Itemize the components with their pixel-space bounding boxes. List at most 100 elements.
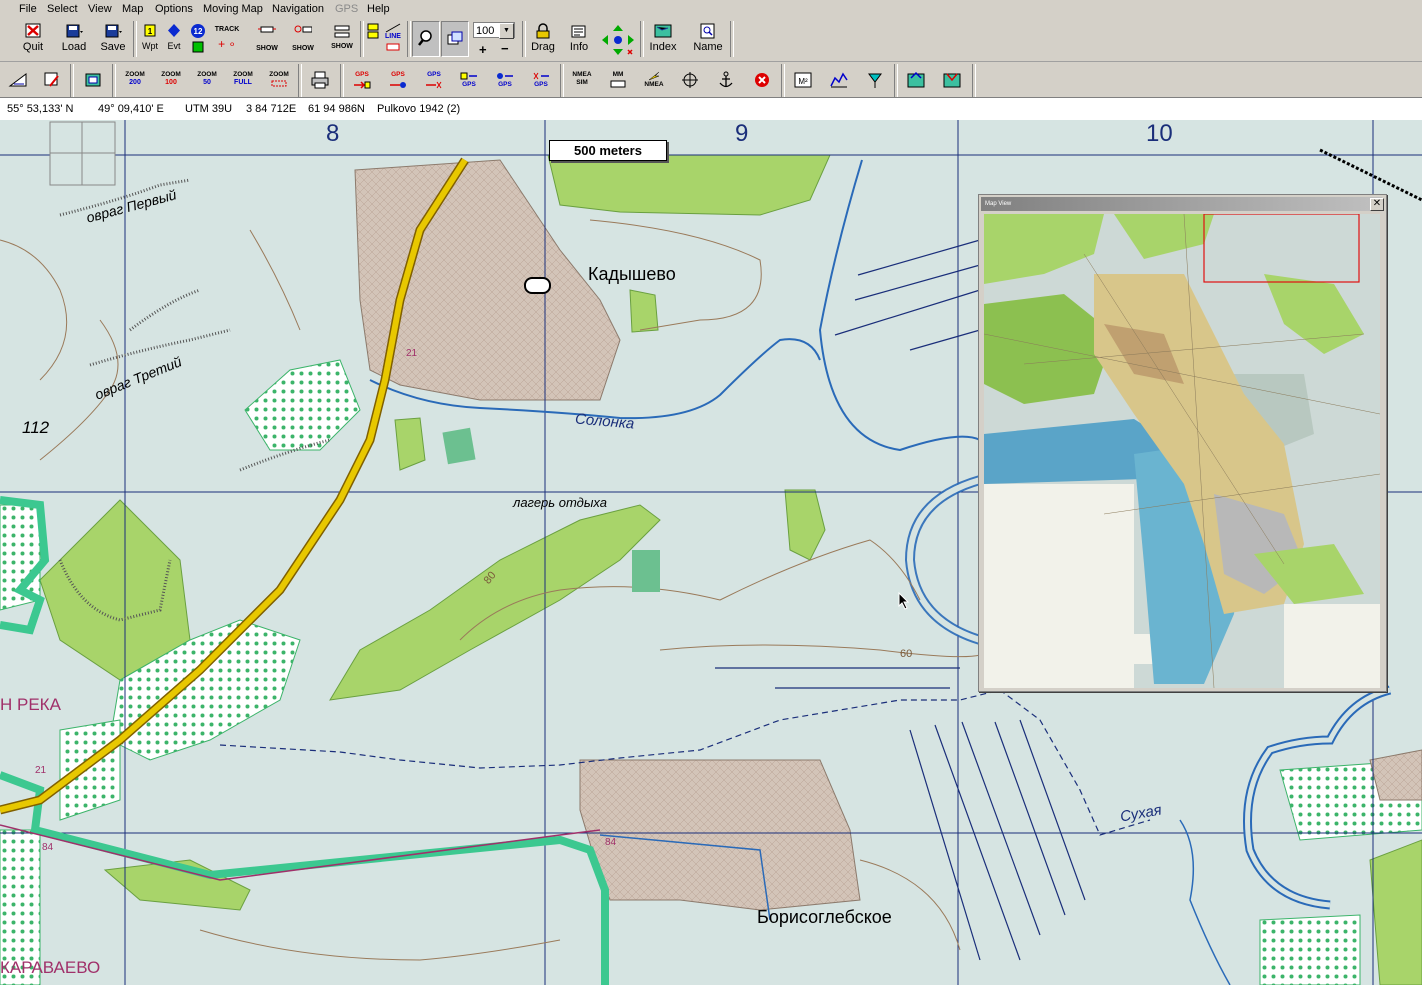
- label-pipeline-84-east: 84: [605, 837, 617, 848]
- zoom-full-button[interactable]: ZOOM FULL: [229, 71, 257, 97]
- chevron-down-icon[interactable]: ▼: [499, 23, 514, 39]
- waypoint-list-button[interactable]: [364, 21, 382, 59]
- longitude-readout: 49° 09,410' E: [98, 103, 164, 115]
- toolbar-separator: [70, 64, 74, 100]
- antenna-icon: [868, 73, 882, 88]
- zoom-select[interactable]: 100 ▼: [473, 22, 515, 39]
- zoom-tool-button[interactable]: [412, 21, 440, 57]
- pond: [524, 277, 551, 294]
- river-main: [818, 159, 981, 452]
- anchor-button[interactable]: [712, 67, 740, 93]
- load-button[interactable]: Load: [58, 21, 90, 59]
- menu-select[interactable]: Select: [47, 3, 78, 15]
- gps-download-waypoints-button[interactable]: GPS: [455, 71, 483, 97]
- forest-area: [784, 489, 826, 561]
- zoom-100-button[interactable]: ZOOM 100: [157, 71, 185, 97]
- menu-options[interactable]: Options: [155, 3, 193, 15]
- gps-download-routes-button[interactable]: GPS: [491, 71, 519, 97]
- menu-view[interactable]: View: [88, 3, 112, 15]
- waypoint-icon: 1: [144, 24, 156, 37]
- event-diamond-icon: [168, 24, 180, 37]
- menu-file[interactable]: File: [19, 3, 37, 15]
- gps-route-icon: [390, 82, 406, 88]
- label-karavaevo: КАРАВАЕВО: [0, 958, 101, 977]
- grid-label-8: 8: [326, 120, 340, 147]
- gps-upload-routes-button[interactable]: GPS: [384, 71, 412, 97]
- profile-button[interactable]: [825, 67, 853, 93]
- gps-upload-waypoints-button[interactable]: GPS: [348, 71, 376, 97]
- show-tracks-button[interactable]: SHOW: [252, 21, 282, 59]
- label-camp: лагерь отдыха: [513, 495, 607, 510]
- zoom-50-button[interactable]: ZOOM 50: [193, 71, 221, 97]
- stop-button[interactable]: [748, 67, 776, 93]
- map-window-icon: [85, 73, 101, 87]
- map-import-button[interactable]: [938, 67, 966, 93]
- name-search-button[interactable]: Name: [690, 21, 726, 59]
- index-button[interactable]: Index: [645, 21, 681, 59]
- forest-area: [394, 417, 426, 471]
- show-waypoints-button[interactable]: SHOW: [288, 21, 318, 59]
- print-button[interactable]: [306, 67, 334, 93]
- save-button[interactable]: Save: [97, 21, 129, 59]
- nmea-sim-button[interactable]: NMEA SIM: [568, 71, 596, 97]
- track-markers-icon: + ∘: [218, 37, 236, 51]
- menu-help[interactable]: Help: [367, 3, 390, 15]
- event-button[interactable]: Evt: [163, 21, 185, 59]
- grid-label-10: 10: [1146, 120, 1173, 147]
- calibrate-button[interactable]: [4, 67, 32, 93]
- drag-button[interactable]: Drag: [527, 21, 559, 59]
- gps-download-track-icon: [533, 72, 549, 80]
- gully: [129, 288, 201, 332]
- menu-navigation[interactable]: Navigation: [272, 3, 324, 15]
- map-export-button[interactable]: [902, 67, 930, 93]
- moving-map-button[interactable]: MM: [604, 71, 632, 97]
- toolbar-separator: [340, 64, 344, 100]
- antenna-button[interactable]: [861, 67, 889, 93]
- track-button[interactable]: TRACK + ∘: [212, 21, 242, 59]
- toolbar-separator: [894, 64, 898, 100]
- close-icon[interactable]: ✕: [1370, 198, 1384, 211]
- save-icon: [105, 24, 122, 38]
- label-river-region: Н РЕКА: [0, 695, 61, 714]
- info-button[interactable]: Info: [563, 21, 595, 59]
- nmea-button[interactable]: NMEA: [640, 71, 668, 97]
- map-index-grid: [49, 121, 116, 186]
- pan-arrows-button[interactable]: [599, 21, 637, 59]
- map-view-title[interactable]: Map View: [981, 197, 1382, 211]
- center-position-button[interactable]: [676, 67, 704, 93]
- zoom-out-icon[interactable]: −: [501, 41, 509, 56]
- label-elevation-112: 112: [22, 418, 50, 437]
- toolbar-separator: [730, 21, 734, 57]
- route-button[interactable]: 12: [188, 21, 208, 59]
- menu-map[interactable]: Map: [122, 3, 143, 15]
- zoom-in-icon[interactable]: +: [479, 42, 487, 57]
- scale-bar: 500 meters: [549, 140, 667, 161]
- line-button[interactable]: LINE: [382, 21, 404, 59]
- zoom-box-button[interactable]: ZOOM: [265, 71, 293, 97]
- menu-bar: File Select View Map Options Moving Map …: [0, 0, 1422, 19]
- overview-map[interactable]: [984, 214, 1380, 688]
- quit-button[interactable]: Quit: [18, 21, 48, 59]
- window-tool-button[interactable]: [441, 21, 469, 57]
- latitude-readout: 55° 53,133' N: [7, 103, 74, 115]
- menu-moving-map[interactable]: Moving Map: [203, 3, 263, 15]
- lightning-icon: [648, 71, 660, 81]
- settlement-borisoglebskoe: [579, 759, 861, 911]
- show-routes-button[interactable]: SHOW: [327, 21, 357, 59]
- menu-gps[interactable]: GPS: [335, 3, 358, 15]
- printer-icon: [311, 71, 329, 89]
- map-settings-button[interactable]: [38, 67, 66, 93]
- waypoint-line-icon: [294, 25, 312, 33]
- map-view-window[interactable]: Map View ✕: [978, 194, 1387, 692]
- label-kadyshevo: Кадышево: [588, 264, 676, 284]
- coordinate-status-bar: 55° 53,133' N 49° 09,410' E UTM 39U 3 84…: [0, 97, 1422, 121]
- zoom-200-button[interactable]: ZOOM 200: [121, 71, 149, 97]
- gps-download-tracks-button[interactable]: GPS: [527, 71, 555, 97]
- area-measure-button[interactable]: M²: [789, 67, 817, 93]
- waypoint-button[interactable]: 1 Wpt: [139, 21, 161, 59]
- mouse-cursor-icon: [898, 592, 910, 610]
- mm-icon: [610, 80, 626, 88]
- gps-upload-tracks-button[interactable]: GPS: [420, 71, 448, 97]
- map-window-button[interactable]: [79, 67, 107, 93]
- datum-readout: Pulkovo 1942 (2): [377, 103, 461, 115]
